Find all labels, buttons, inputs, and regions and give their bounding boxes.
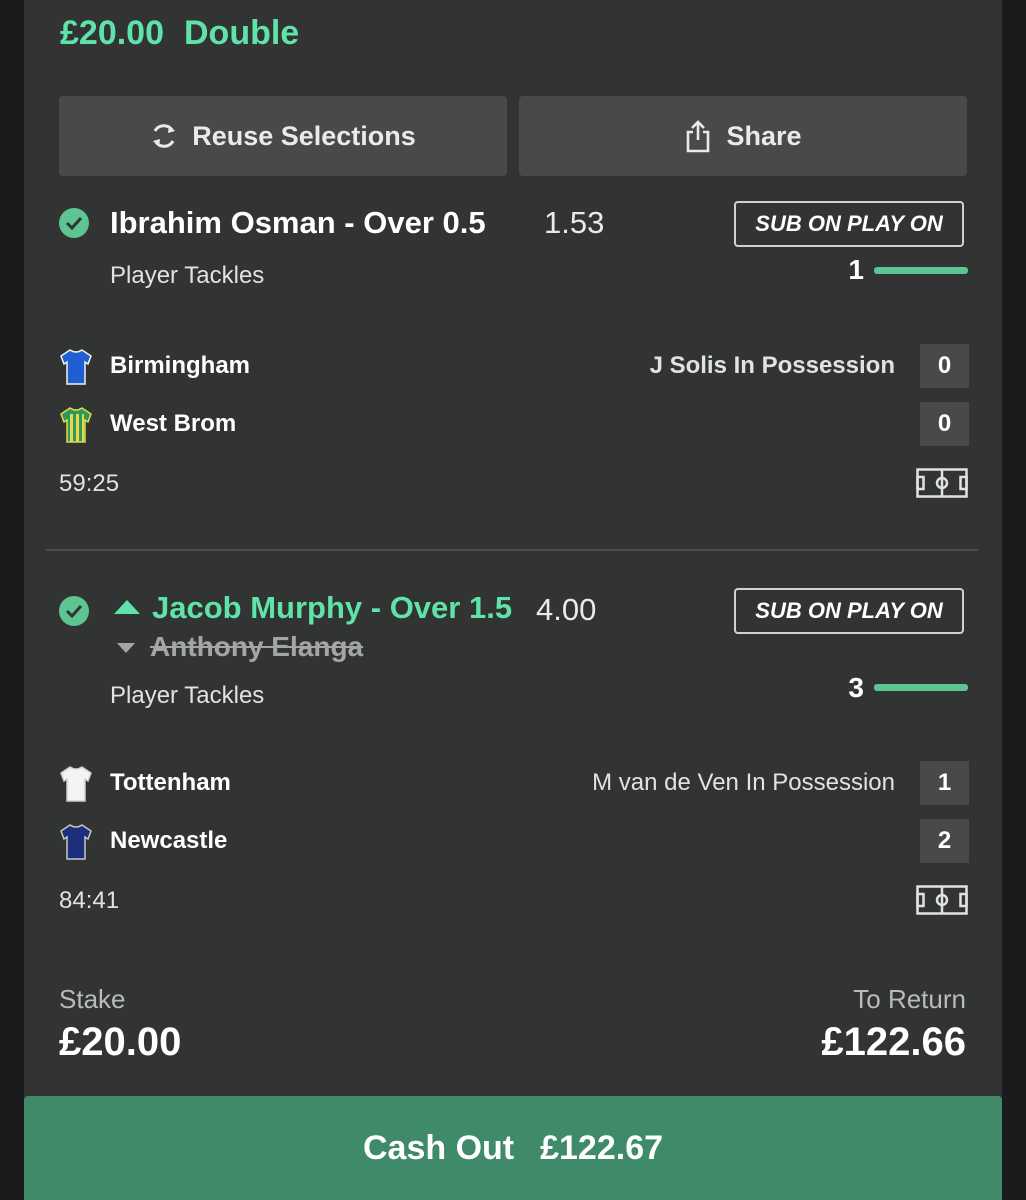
team-score: 0	[920, 344, 969, 388]
reuse-selections-button[interactable]: Reuse Selections	[59, 96, 507, 176]
stake-value: £20.00	[59, 1020, 182, 1064]
selection-2-progress-bar	[874, 684, 968, 691]
team-row-birmingham: Birmingham J Solis In Possession 0	[59, 344, 969, 388]
share-icon	[687, 120, 710, 153]
swap-up-arrow-icon	[114, 600, 140, 614]
bet-stake-heading: £20.00	[60, 14, 164, 52]
cash-out-label: Cash Out	[362, 1128, 515, 1167]
selection-1-match-clock: 59:25	[59, 470, 120, 497]
team-name: Tottenham	[110, 769, 231, 796]
blue-shirt-icon	[60, 349, 92, 385]
selection-1-progress-bar	[874, 267, 968, 274]
team-name: Newcastle	[110, 827, 228, 854]
pitch-icon[interactable]	[916, 468, 968, 498]
team-row-newcastle: Newcastle 2	[59, 819, 969, 863]
team-score: 1	[920, 761, 969, 805]
bet-header: £20.00 Double	[60, 14, 299, 58]
selection-2-title: Jacob Murphy - Over 1.5	[152, 590, 513, 625]
selection-1-odds: 1.53	[544, 205, 605, 240]
selection-2-progress-count: 3	[848, 672, 864, 703]
cash-out-value: £122.67	[540, 1128, 664, 1167]
selection-divider	[46, 549, 978, 551]
bet-type: Double	[184, 14, 300, 52]
stake-label: Stake	[59, 984, 126, 1014]
possession-status: J Solis In Possession	[649, 352, 895, 379]
striped-shirt-icon	[60, 407, 92, 443]
reuse-selections-label: Reuse Selections	[192, 120, 416, 151]
swap-down-arrow-icon	[117, 643, 135, 653]
selection-1-title: Ibrahim Osman - Over 0.5	[110, 205, 486, 240]
selection-1-market: Player Tackles	[110, 262, 265, 289]
team-row-west-brom: West Brom 0	[59, 402, 969, 446]
selection-won-check-icon	[59, 208, 89, 238]
team-name: West Brom	[110, 410, 237, 437]
possession-status: M van de Ven In Possession	[592, 769, 895, 796]
selection-2-replaced-player: Anthony Elanga	[150, 631, 364, 662]
team-score: 2	[920, 819, 969, 863]
selection-2-sub-on-badge[interactable]: SUB ON PLAY ON	[734, 588, 964, 634]
pitch-icon[interactable]	[916, 885, 968, 915]
selection-2-match-clock: 84:41	[59, 887, 120, 914]
to-return-label: To Return	[853, 984, 966, 1014]
selection-2-market: Player Tackles	[110, 682, 265, 709]
selection-2-progress-fill	[874, 684, 968, 691]
team-score: 0	[920, 402, 969, 446]
white-shirt-icon	[60, 766, 92, 802]
selection-1-sub-on-badge[interactable]: SUB ON PLAY ON	[734, 201, 964, 247]
refresh-icon	[153, 124, 176, 148]
team-name: Birmingham	[110, 352, 251, 379]
selection-1-progress-fill	[874, 267, 968, 274]
selection-1-progress-count: 1	[848, 254, 864, 285]
to-return-value: £122.66	[821, 1020, 966, 1064]
cash-out-button[interactable]: Cash Out £122.67	[24, 1096, 1002, 1200]
share-button[interactable]: Share	[519, 96, 967, 176]
selection-won-check-icon	[59, 596, 89, 626]
navy-shirt-icon	[60, 824, 92, 860]
share-label: Share	[726, 120, 802, 151]
team-row-tottenham: Tottenham M van de Ven In Possession 1	[59, 761, 969, 805]
selection-2-odds: 4.00	[536, 592, 597, 627]
